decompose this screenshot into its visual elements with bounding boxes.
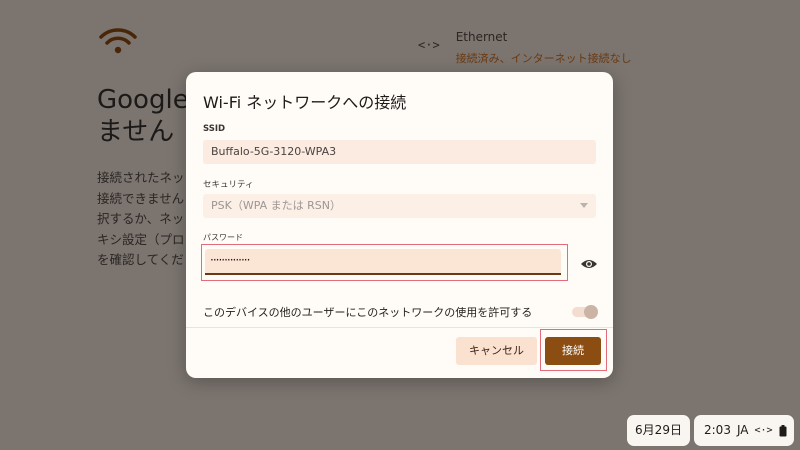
security-label: セキュリティ xyxy=(203,180,254,190)
dropdown-arrow-icon xyxy=(580,203,588,208)
status-tray[interactable]: 2:03 JA <·> xyxy=(694,415,794,446)
ime-indicator: JA xyxy=(736,423,749,437)
wifi-connect-dialog: Wi-Fi ネットワークへの接続 SSID Buffalo-5G-3120-WP… xyxy=(186,72,613,378)
share-network-label: このデバイスの他のユーザーにこのネットワークの使用を許可する xyxy=(203,306,533,319)
security-value: PSK（WPA または RSN） xyxy=(211,199,342,212)
password-field[interactable]: ·············· xyxy=(205,249,561,275)
battery-icon xyxy=(779,424,787,436)
ethernet-entry: <·> Ethernet 接続済み、インターネット接続なし xyxy=(418,30,632,66)
share-network-toggle[interactable] xyxy=(572,305,598,319)
ssid-field[interactable]: Buffalo-5G-3120-WPA3 xyxy=(203,140,596,164)
network-tray-icon: <·> xyxy=(754,425,773,436)
date-pill[interactable]: 6月29日 xyxy=(627,415,690,446)
wifi-icon xyxy=(99,28,137,54)
ethernet-name: Ethernet xyxy=(455,30,508,44)
cancel-button[interactable]: キャンセル xyxy=(456,337,537,365)
dialog-title: Wi-Fi ネットワークへの接続 xyxy=(203,93,407,112)
toggle-thumb xyxy=(584,305,598,319)
clock: 2:03 xyxy=(704,423,731,437)
password-label: パスワード xyxy=(203,233,243,242)
dialog-divider xyxy=(186,327,613,328)
ssid-label: SSID xyxy=(203,124,226,134)
security-select[interactable]: PSK（WPA または RSN） xyxy=(203,194,596,218)
connect-button[interactable]: 接続 xyxy=(545,337,601,365)
ethernet-icon: <·> xyxy=(418,38,440,52)
ethernet-status: 接続済み、インターネット接続なし xyxy=(455,52,632,65)
eye-icon[interactable] xyxy=(580,258,598,270)
